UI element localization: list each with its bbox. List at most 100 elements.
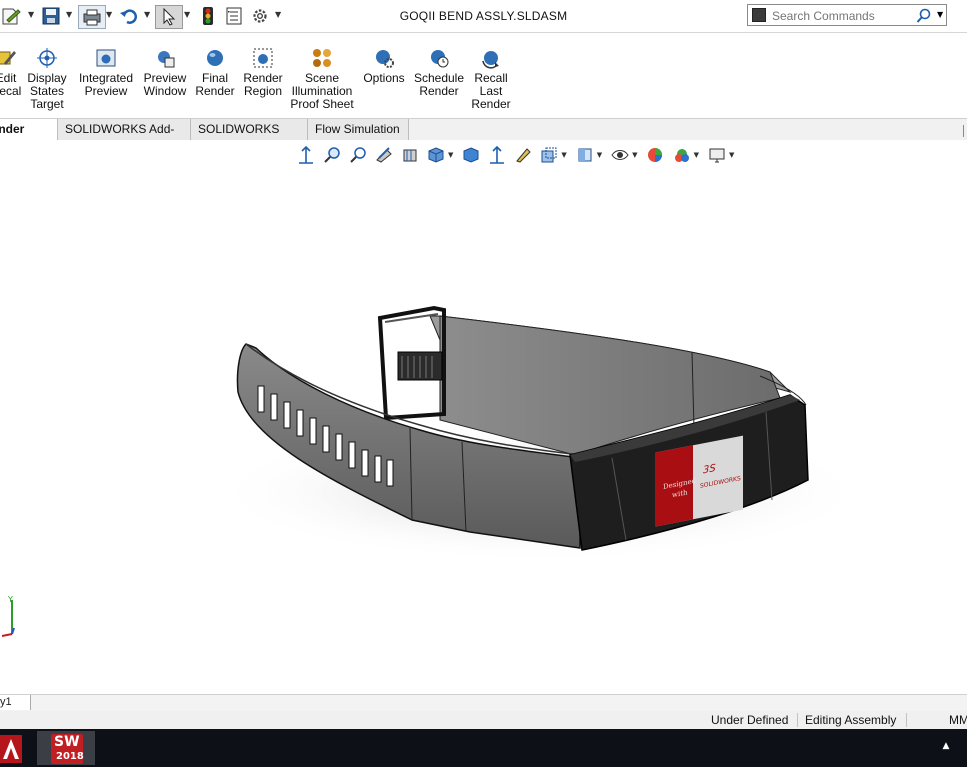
zoom-to-area-button[interactable] — [322, 146, 342, 164]
ribbon-label: Edit Decal — [0, 71, 22, 98]
taskbar-app-autocad[interactable] — [0, 731, 22, 765]
file-properties-button[interactable] — [223, 5, 245, 27]
new-icon — [2, 8, 21, 25]
search-box[interactable]: ▼ — [747, 4, 947, 26]
taskbar-app-solidworks[interactable]: SW 2018 — [37, 731, 95, 765]
edit-decal-icon — [0, 51, 16, 65]
rebuild-button[interactable] — [197, 5, 219, 27]
sheet-tab[interactable]: y1 — [0, 695, 31, 710]
view-orientation-icon — [428, 147, 444, 163]
hide-show-icon — [541, 147, 557, 163]
ribbon-label: Options — [363, 71, 405, 85]
autocad-icon — [0, 735, 22, 763]
recall-last-render-button[interactable]: Recall Last Render — [469, 47, 513, 111]
zoom-to-fit-button[interactable] — [296, 146, 316, 164]
ribbon-label: Schedule Render — [413, 71, 465, 98]
final-render-icon — [207, 50, 223, 66]
chevron-down-icon[interactable]: ▼ — [275, 10, 281, 19]
chevron-down-icon[interactable]: ▼ — [184, 10, 190, 19]
edit-appearance-button[interactable] — [513, 146, 533, 164]
hide-show-eye-button[interactable] — [610, 146, 630, 164]
recall-last-render-icon — [482, 51, 499, 69]
status-units[interactable]: MM — [949, 713, 967, 727]
solidworks-badge: SW — [54, 734, 80, 750]
title-bar: ▼ ▼ ▼ ▼ ▼ ▼ GOQII BEND ASSLY.SLDASM ▼ — [0, 0, 967, 33]
select-icon — [163, 8, 176, 26]
save-icon — [42, 7, 60, 25]
display-style-button[interactable] — [461, 146, 481, 164]
print-button[interactable] — [78, 5, 106, 29]
appearance-button[interactable] — [646, 146, 666, 164]
scene-illumination-proof-sheet-button[interactable]: Scene Illumination Proof Sheet — [289, 47, 355, 111]
options-button[interactable]: Options — [361, 47, 407, 85]
options-button[interactable] — [249, 5, 271, 27]
integrated-preview-button[interactable]: Integrated Preview — [76, 47, 136, 98]
final-render-button[interactable]: Final Render — [195, 47, 235, 98]
preview-window-button[interactable]: Preview Window — [141, 47, 189, 98]
heads-up-view-toolbar: ▼ ▼ ▼ ▼ ▼ ▼ — [296, 145, 742, 165]
dynamic-annotation-icon — [403, 149, 417, 162]
display-monitor-button[interactable] — [707, 146, 727, 164]
tab-solidworks-add-ins[interactable]: SOLIDWORKS Add-Ins — [58, 119, 191, 156]
show-hidden-icons-button[interactable]: ▲ — [940, 741, 952, 753]
schedule-render-icon — [431, 50, 449, 68]
chevron-down-icon[interactable]: ▼ — [561, 151, 566, 159]
render-region-button[interactable]: Render Region — [241, 47, 285, 98]
solidworks-version: 2018 — [56, 751, 84, 762]
model-tabs-bar: y1 — [0, 694, 967, 712]
chevron-down-icon[interactable]: ▼ — [694, 151, 699, 159]
command-manager-ribbon: Edit Decal Display States Target Integra… — [0, 33, 967, 117]
tab-render-tools[interactable]: Render Tools — [0, 119, 58, 156]
rebuild-icon — [203, 7, 213, 25]
display-states-target-button[interactable]: Display States Target — [26, 47, 68, 111]
chevron-down-icon[interactable]: ▼ — [632, 151, 637, 159]
chevron-down-icon[interactable]: ▼ — [729, 151, 734, 159]
model-view[interactable]: Designed with 3S SOLIDWORKS — [0, 140, 967, 694]
file-properties-icon — [226, 7, 242, 25]
hide-show-items-button[interactable] — [539, 146, 559, 164]
chevron-down-icon[interactable]: ▼ — [106, 10, 112, 19]
view-orientation-button[interactable] — [426, 146, 446, 164]
ribbon-label: Scene Illumination Proof Sheet — [290, 71, 354, 111]
zoom-to-fit-icon — [299, 146, 313, 164]
chevron-down-icon[interactable]: ▼ — [66, 10, 72, 19]
panel-edge — [963, 125, 967, 137]
render-region-icon — [253, 48, 273, 68]
view-settings-button[interactable] — [575, 146, 595, 164]
svg-text:Y: Y — [7, 595, 13, 604]
zoom-fit-arrows-button[interactable] — [487, 146, 507, 164]
tab-solidworks-mbd[interactable]: SOLIDWORKS MBD — [191, 119, 308, 156]
schedule-render-button[interactable]: Schedule Render — [413, 47, 465, 98]
undo-icon — [120, 9, 137, 24]
arrows-icon — [490, 146, 505, 164]
ribbon-label: Display States Target — [27, 71, 67, 111]
graphics-area[interactable]: Designed with 3S SOLIDWORKS Y — [0, 140, 967, 694]
appearance-icon — [647, 148, 662, 162]
status-definition: Under Defined — [711, 713, 789, 727]
scene-button[interactable] — [672, 146, 692, 164]
edit-decal-button[interactable]: Edit Decal — [0, 47, 24, 98]
command-search-icon — [752, 8, 766, 22]
select-button[interactable] — [155, 5, 183, 29]
options-icon — [376, 50, 394, 68]
chevron-down-icon[interactable]: ▼ — [28, 10, 34, 19]
tab-flow-simulation[interactable]: Flow Simulation — [308, 119, 409, 140]
new-document-button[interactable] — [0, 5, 24, 27]
display-style-icon — [463, 147, 479, 163]
undo-button[interactable] — [117, 5, 141, 27]
dynamic-annotation-button[interactable] — [400, 146, 420, 164]
chevron-down-icon[interactable]: ▼ — [937, 10, 943, 19]
chevron-down-icon[interactable]: ▼ — [144, 10, 150, 19]
status-mode: Editing Assembly — [805, 713, 897, 727]
ribbon-label: Preview Window — [143, 71, 187, 98]
previous-view-icon — [350, 147, 366, 163]
save-button[interactable] — [39, 5, 63, 27]
section-view-button[interactable] — [374, 146, 394, 164]
previous-view-button[interactable] — [348, 146, 368, 164]
search-icon[interactable] — [916, 8, 932, 24]
zoom-area-icon — [324, 147, 340, 163]
edit-appearance-icon — [516, 148, 532, 163]
chevron-down-icon[interactable]: ▼ — [597, 151, 602, 159]
chevron-down-icon[interactable]: ▼ — [448, 151, 453, 159]
search-input[interactable] — [770, 7, 914, 25]
